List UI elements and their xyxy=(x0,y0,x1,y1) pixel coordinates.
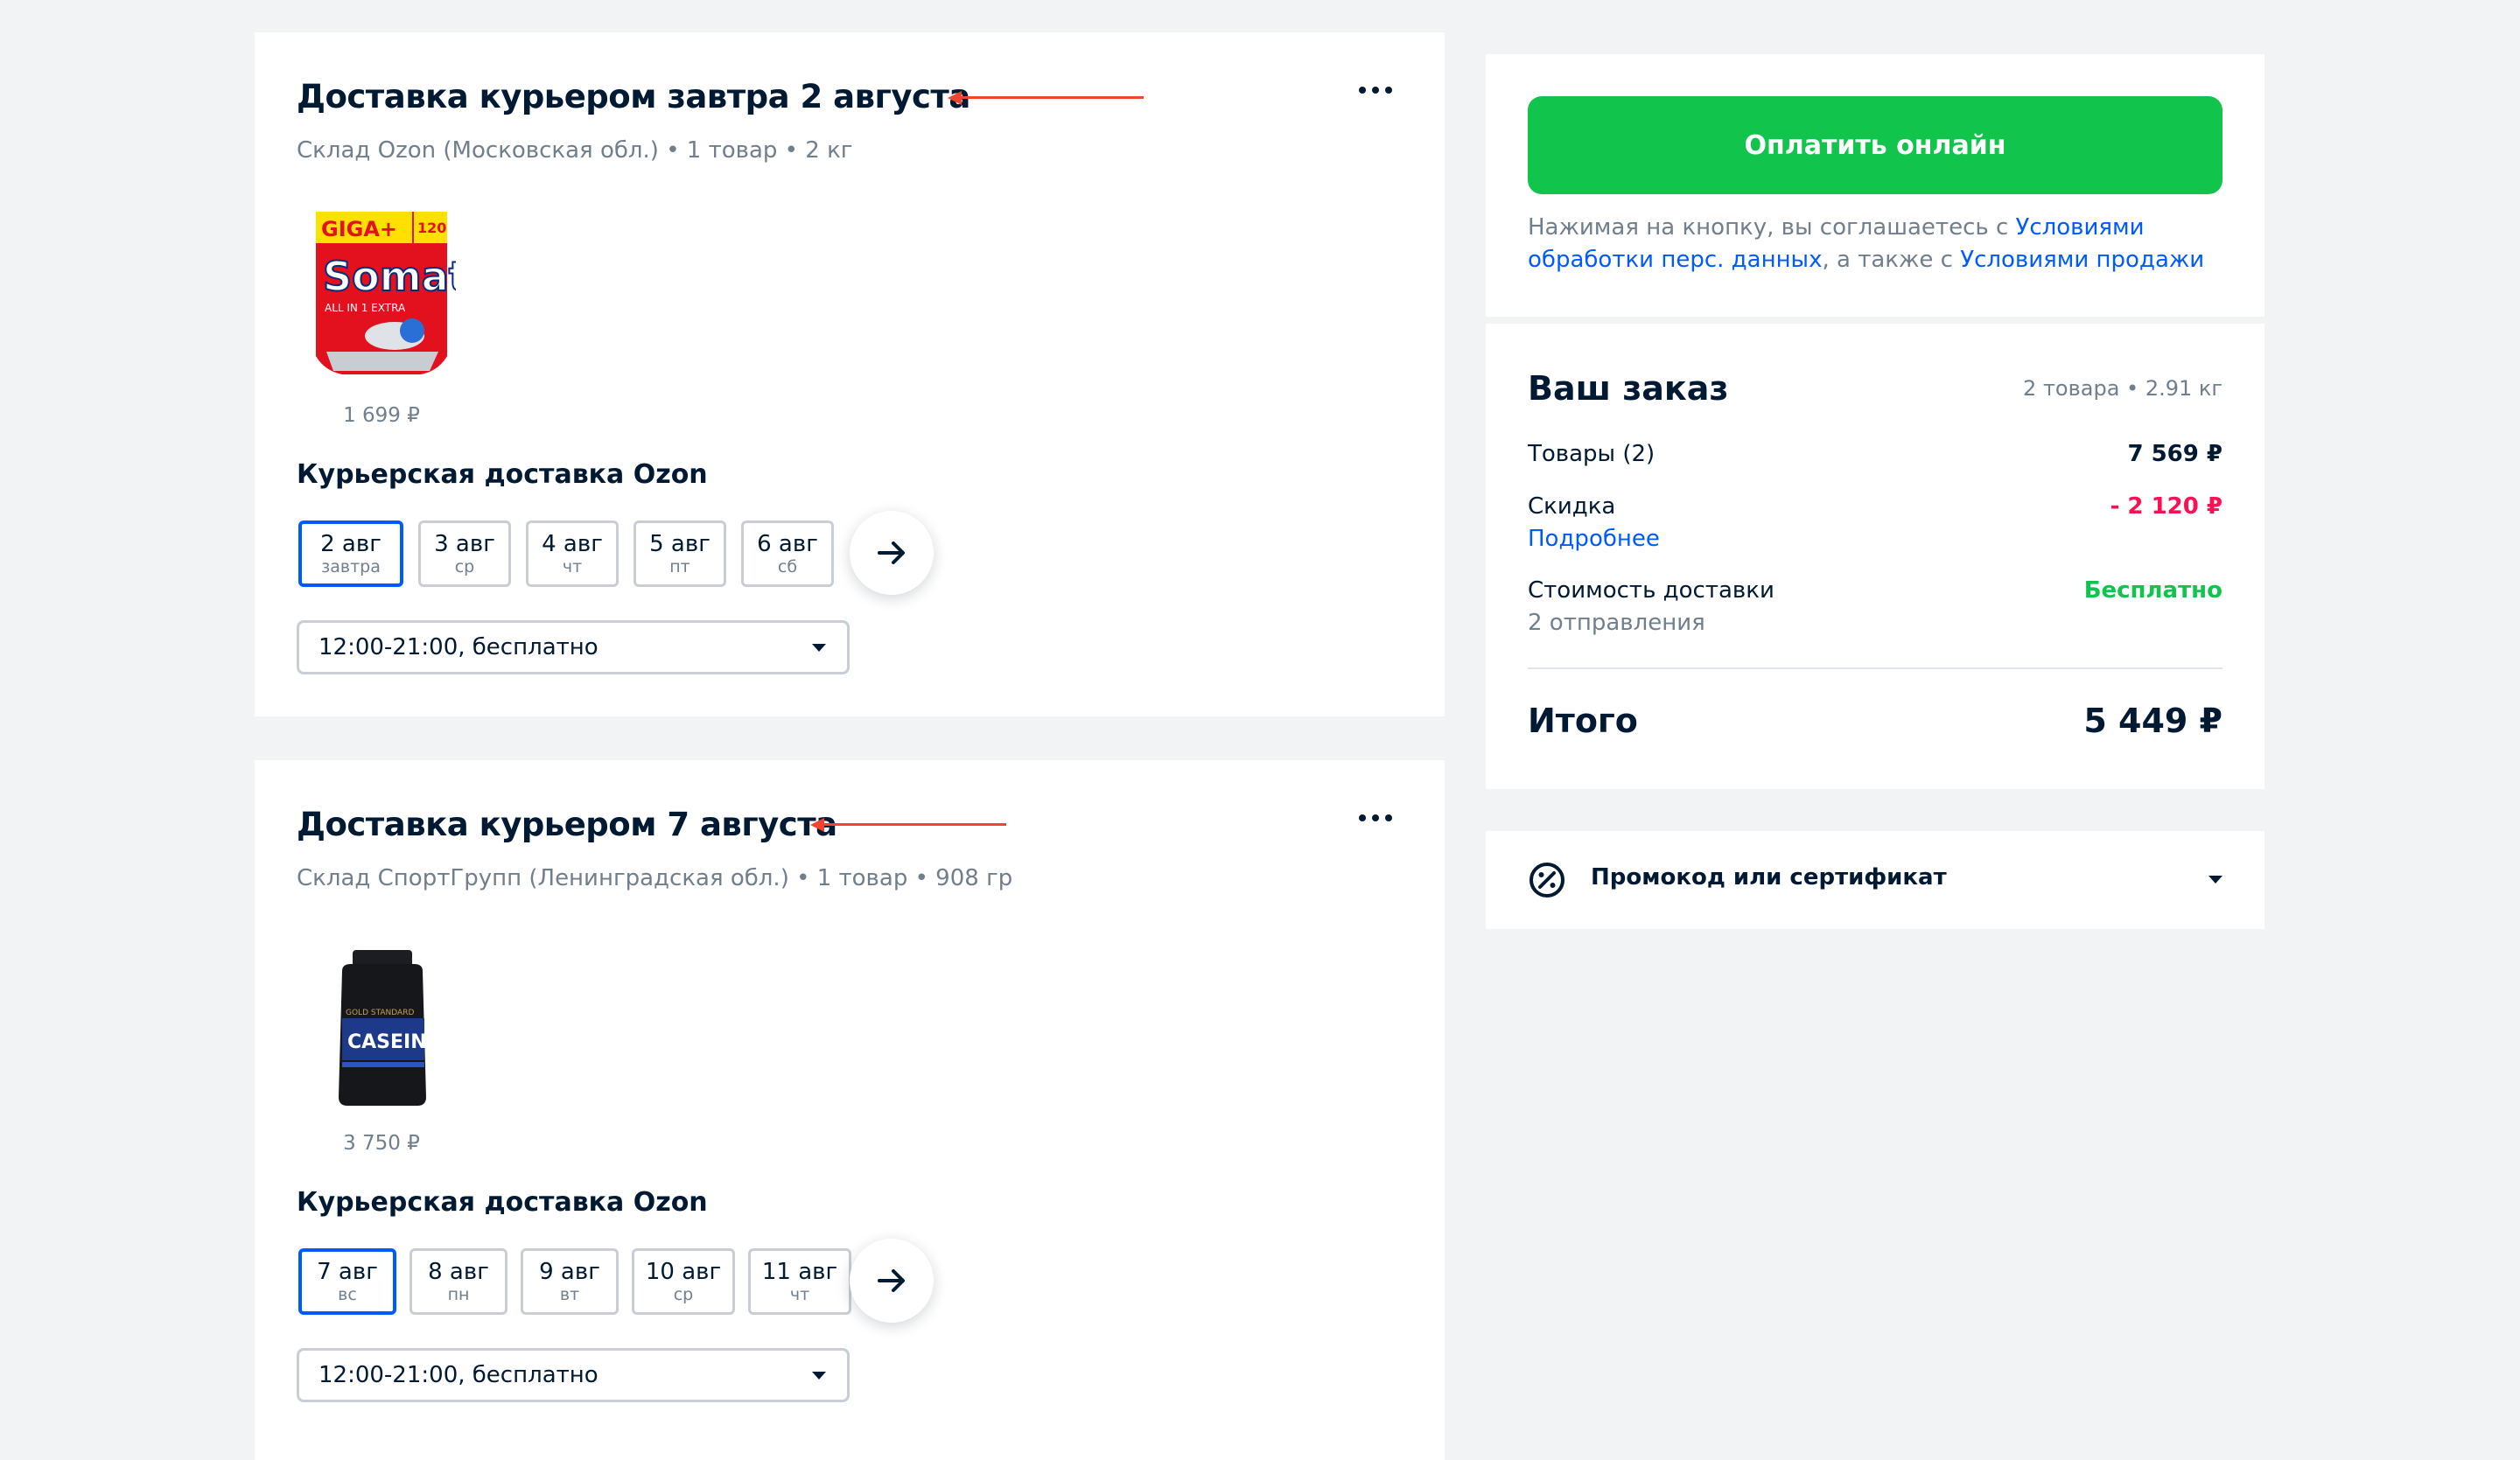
time-slot-value: 12:00-21:00, бесплатно xyxy=(318,1362,598,1388)
order-title: Ваш заказ xyxy=(1528,369,1729,408)
discount-value: - 2 120 ₽ xyxy=(2110,493,2222,520)
date-label: 4 авг xyxy=(542,531,603,557)
chevron-down-icon xyxy=(2208,876,2222,884)
weekday-label: вт xyxy=(559,1285,580,1304)
date-option-selected[interactable]: 2 авг завтра xyxy=(298,520,403,587)
date-label: 11 авг xyxy=(761,1259,838,1285)
next-dates-button[interactable] xyxy=(850,1239,934,1323)
date-option[interactable]: 10 авг ср xyxy=(632,1248,735,1315)
payment-card: Оплатить онлайн Нажимая на кнопку, вы со… xyxy=(1486,54,2264,317)
date-option[interactable]: 5 авг пт xyxy=(634,520,726,587)
delivery-date-picker: 2 авг завтра 3 авг ср 4 авг чт 5 авг пт … xyxy=(298,520,834,587)
discount-details-link[interactable]: Подробнее xyxy=(1528,526,1660,552)
casein-gold-label: GOLD STANDARD xyxy=(346,1009,414,1017)
order-summary-card: Ваш заказ 2 товара • 2.91 кг Товары (2) … xyxy=(1486,324,2264,789)
chevron-down-icon xyxy=(812,1371,826,1380)
time-slot-select[interactable]: 12:00-21:00, бесплатно xyxy=(297,620,850,674)
date-label: 9 авг xyxy=(539,1259,600,1285)
weekday-label: вс xyxy=(338,1285,357,1304)
delivery-cost-value: Бесплатно xyxy=(2083,577,2222,604)
promo-code-toggle[interactable]: Промокод или сертификат xyxy=(1486,831,2264,929)
next-dates-button[interactable] xyxy=(850,511,934,595)
time-slot-value: 12:00-21:00, бесплатно xyxy=(318,634,598,660)
date-label: 6 авг xyxy=(757,531,818,557)
shipment-subtitle: Склад СпортГрупп (Ленинградская обл.) • … xyxy=(297,865,1013,891)
delivery-shipments-count: 2 отправления xyxy=(1528,610,1705,636)
date-option[interactable]: 11 авг чт xyxy=(748,1248,851,1315)
total-label: Итого xyxy=(1528,702,1638,740)
annotation-arrow-line xyxy=(960,96,1144,99)
arrow-right-icon xyxy=(878,1269,905,1292)
more-options-icon[interactable] xyxy=(1359,814,1392,821)
weekday-label: сб xyxy=(777,557,798,576)
date-label: 7 авг xyxy=(317,1259,378,1285)
discount-percent-icon xyxy=(1530,863,1564,898)
product-price: 3 750 ₽ xyxy=(343,1132,420,1155)
terms-prefix: Нажимая на кнопку, вы соглашаетесь с xyxy=(1528,214,2016,241)
goods-value: 7 569 ₽ xyxy=(2127,441,2222,467)
goods-label: Товары (2) xyxy=(1528,441,1656,467)
casein-brand-label: CASEIN xyxy=(347,1031,427,1053)
order-meta: 2 товара • 2.91 кг xyxy=(2023,376,2222,401)
date-label: 3 авг xyxy=(434,531,495,557)
more-options-icon[interactable] xyxy=(1359,87,1392,94)
product-image-somat[interactable]: GIGA+ 120 Somat ALL IN 1 EXTRA xyxy=(307,203,469,387)
product-price: 1 699 ₽ xyxy=(343,404,420,427)
shipment-card-1: Доставка курьером завтра 2 августа Склад… xyxy=(255,32,1445,716)
date-option[interactable]: 4 авг чт xyxy=(526,520,619,587)
terms-text: Нажимая на кнопку, вы соглашаетесь с Усл… xyxy=(1528,212,2228,276)
sale-terms-link[interactable]: Условиями продажи xyxy=(1960,247,2204,273)
date-option-selected[interactable]: 7 авг вс xyxy=(298,1248,396,1315)
divider xyxy=(1528,667,2222,669)
terms-middle: , а также с xyxy=(1822,247,1961,273)
date-option[interactable]: 3 авг ср xyxy=(418,520,511,587)
discount-label: Скидка xyxy=(1528,493,1616,520)
arrow-right-icon xyxy=(878,541,905,564)
date-label: 2 авг xyxy=(320,531,382,557)
date-label: 10 авг xyxy=(645,1259,722,1285)
weekday-label: пт xyxy=(669,557,690,576)
shipment-title: Доставка курьером завтра 2 августа xyxy=(297,78,970,115)
date-label: 8 авг xyxy=(428,1259,489,1285)
date-label: 5 авг xyxy=(649,531,710,557)
delivery-method: Курьерская доставка Ozon xyxy=(297,1187,708,1218)
weekday-label: ср xyxy=(454,557,475,576)
delivery-method: Курьерская доставка Ozon xyxy=(297,459,708,490)
shipment-subtitle: Склад Ozon (Московская обл.) • 1 товар •… xyxy=(297,137,853,164)
delivery-cost-label: Стоимость доставки xyxy=(1528,577,1774,604)
annotation-arrow-line xyxy=(822,823,1006,826)
weekday-label: чт xyxy=(789,1285,810,1304)
somat-brand-label: Somat xyxy=(323,253,456,300)
pay-online-button[interactable]: Оплатить онлайн xyxy=(1528,96,2222,194)
total-value: 5 449 ₽ xyxy=(2083,702,2222,740)
promo-label: Промокод или сертификат xyxy=(1591,864,1947,891)
weekday-label: пн xyxy=(447,1285,470,1304)
time-slot-select[interactable]: 12:00-21:00, бесплатно xyxy=(297,1348,850,1402)
weekday-label: чт xyxy=(562,557,583,576)
date-option[interactable]: 8 авг пн xyxy=(410,1248,508,1315)
chevron-down-icon xyxy=(812,643,826,652)
somat-variant-label: ALL IN 1 EXTRA xyxy=(325,302,406,314)
date-option[interactable]: 9 авг вт xyxy=(521,1248,619,1315)
somat-count-label: 120 xyxy=(417,220,446,236)
shipment-card-2: Доставка курьером 7 августа Склад СпортГ… xyxy=(255,760,1445,1460)
delivery-date-picker: 7 авг вс 8 авг пн 9 авг вт 10 авг ср 11 … xyxy=(298,1248,851,1315)
somat-giga-label: GIGA+ xyxy=(321,217,397,241)
shipment-title: Доставка курьером 7 августа xyxy=(297,806,837,843)
weekday-label: завтра xyxy=(321,557,381,576)
weekday-label: ср xyxy=(673,1285,694,1304)
date-option[interactable]: 6 авг сб xyxy=(741,520,834,587)
product-image-casein[interactable]: GOLD STANDARD CASEIN xyxy=(307,931,456,1114)
